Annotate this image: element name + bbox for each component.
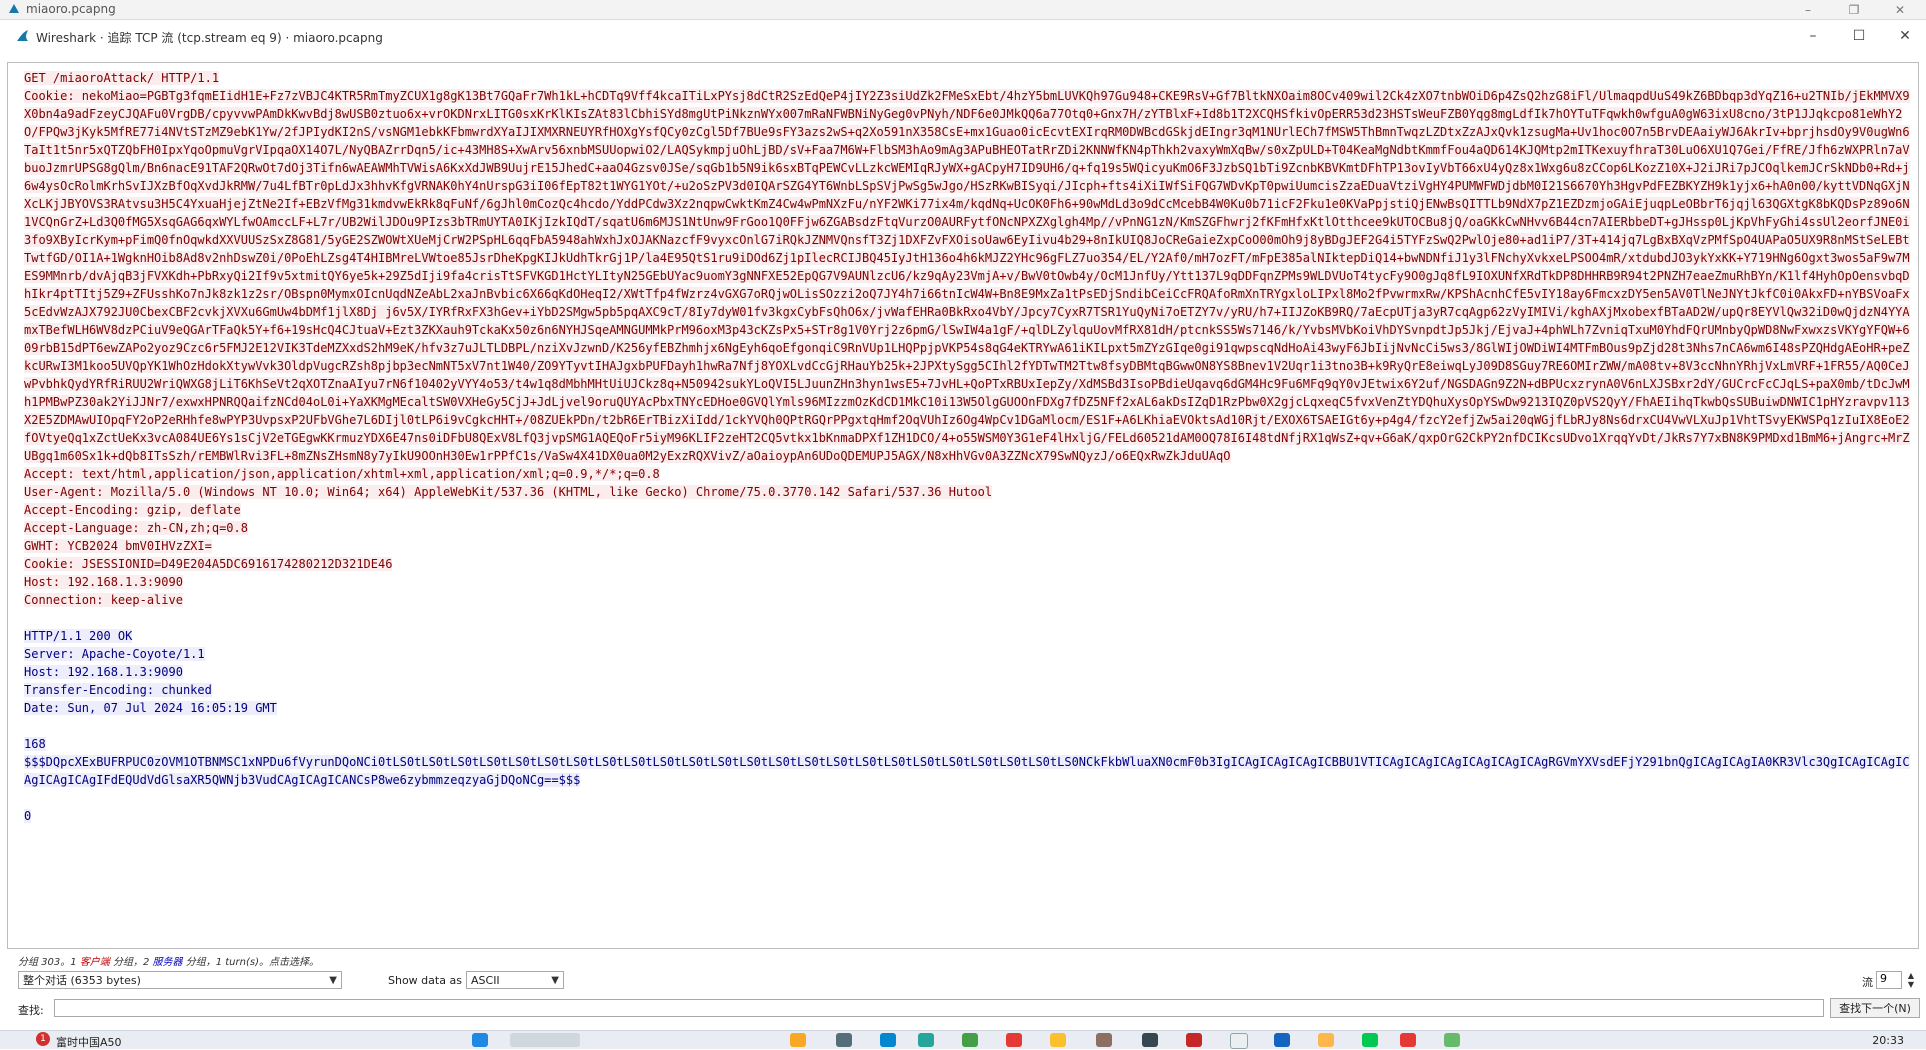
show-data-value: ASCII: [471, 974, 500, 987]
stream-number-input[interactable]: 9: [1876, 971, 1902, 989]
stream-number-label: 流: [1862, 976, 1873, 989]
app-icon[interactable]: [1050, 1033, 1066, 1047]
wireshark-icon: [9, 4, 19, 13]
app-icon[interactable]: [1186, 1033, 1202, 1047]
client-connection-header: Connection: keep-alive: [24, 593, 183, 607]
server-chunk-size: 168: [24, 737, 46, 751]
client-cookie-header: Cookie: nekoMiao=PGBTg3fqmEIidH1E+Fz7zVB…: [24, 89, 1910, 463]
folder-icon[interactable]: [790, 1033, 806, 1047]
chevron-down-icon: ▼: [551, 975, 559, 986]
client-gwht-header: GWHT: YCB2024 bmV0IHVzZXI=: [24, 539, 212, 553]
app-icon[interactable]: [1006, 1033, 1022, 1047]
app-icon[interactable]: [1096, 1033, 1112, 1047]
find-next-button[interactable]: 查找下一个(N): [1830, 998, 1920, 1018]
notification-badge: 1: [36, 1032, 50, 1046]
dialog-title: Wireshark · 追踪 TCP 流 (tcp.stream eq 9) ·…: [36, 31, 383, 45]
server-date-header: Date: Sun, 07 Jul 2024 16:05:19 GMT: [24, 701, 277, 715]
summary-client-label: 客户端: [79, 957, 110, 968]
client-accept-encoding-header: Accept-Encoding: gzip, deflate: [24, 503, 241, 517]
client-user-agent-header: User-Agent: Mozilla/5.0 (Windows NT 10.0…: [24, 485, 993, 499]
app-icon[interactable]: [1362, 1033, 1378, 1047]
server-host-header: Host: 192.168.1.3:9090: [24, 665, 183, 679]
app-icon[interactable]: [880, 1033, 896, 1047]
wireshark-fin-icon: [17, 30, 28, 41]
app-icon[interactable]: [1444, 1033, 1460, 1047]
server-server-header: Server: Apache-Coyote/1.1: [24, 647, 205, 661]
dialog-minimize-button[interactable]: –: [1790, 22, 1836, 50]
server-chunk-body: $$$DQpcXExBUFRPUC0zOVM1OTBNMSC1xNPDu6fVy…: [24, 755, 1910, 787]
client-accept-header: Accept: text/html,application/json,appli…: [24, 467, 660, 481]
outer-titlebar: miaoro.pcapng – ❐ ✕: [0, 0, 1926, 20]
show-data-label: Show data as: [388, 974, 462, 987]
client-host-header: Host: 192.168.1.3:9090: [24, 575, 183, 589]
dialog-maximize-button[interactable]: ☐: [1836, 22, 1882, 50]
app-icon[interactable]: [1400, 1033, 1416, 1047]
server-chunk-trailer: 0: [24, 809, 32, 823]
server-transfer-encoding-header: Transfer-Encoding: chunked: [24, 683, 212, 697]
app-icon[interactable]: [962, 1033, 978, 1047]
server-status-line: HTTP/1.1 200 OK: [24, 629, 133, 643]
summary-server-label: 服务器: [152, 957, 183, 968]
app-icon[interactable]: [1142, 1033, 1158, 1047]
stream-stepper[interactable]: ▲ ▼: [1904, 971, 1918, 989]
summary-mid: 分组，2: [109, 957, 153, 968]
outer-window-title: miaoro.pcapng: [26, 2, 116, 16]
app-icon[interactable]: [1318, 1033, 1334, 1047]
app-icon[interactable]: [918, 1033, 934, 1047]
find-input[interactable]: [54, 999, 1824, 1017]
outer-minimize-button[interactable]: –: [1790, 0, 1826, 19]
chevron-down-icon: ▼: [329, 975, 337, 986]
client-session-cookie-header: Cookie: JSESSIONID=D49E204A5DC6916174280…: [24, 557, 393, 571]
stepper-up-icon[interactable]: ▲: [1904, 971, 1918, 980]
stream-text: GET /miaoroAttack/ HTTP/1.1 Cookie: nekoM…: [8, 63, 1914, 825]
app-icon[interactable]: [1230, 1033, 1248, 1049]
wireshark-taskbar-icon[interactable]: [1274, 1033, 1290, 1047]
find-label: 查找:: [18, 1004, 44, 1017]
clock: 20:33: [1872, 1034, 1904, 1047]
client-accept-language-header: Accept-Language: zh-CN,zh;q=0.8: [24, 521, 248, 535]
stream-summary: 分组 303。1 客户端 分组，2 服务器 分组，1 turn(s)。点击选择。: [18, 953, 319, 968]
tcp-stream-view[interactable]: GET /miaoroAttack/ HTTP/1.1 Cookie: nekoM…: [7, 62, 1919, 949]
summary-suffix: 分组，1 turn(s)。点击选择。: [182, 957, 319, 968]
outer-maximize-button[interactable]: ❐: [1836, 0, 1872, 19]
show-data-select[interactable]: ASCII ▼: [466, 971, 564, 989]
summary-prefix: 分组 303。1: [18, 957, 80, 968]
find-bar: 查找: 查找下一个(N): [0, 996, 1926, 1022]
outer-close-button[interactable]: ✕: [1882, 0, 1918, 19]
dialog-close-button[interactable]: ✕: [1882, 22, 1926, 50]
conversation-select-value: 整个对话 (6353 bytes): [23, 974, 141, 987]
search-icon[interactable]: [510, 1033, 580, 1047]
stream-controls: 整个对话 (6353 bytes) ▼ Show data as ASCII ▼…: [0, 968, 1926, 994]
start-icon[interactable]: [472, 1033, 488, 1047]
conversation-select[interactable]: 整个对话 (6353 bytes) ▼: [18, 971, 342, 989]
client-request-line: GET /miaoroAttack/ HTTP/1.1: [24, 71, 220, 85]
stepper-down-icon[interactable]: ▼: [1904, 980, 1918, 989]
taskbar: 1 富时中国A50 20:33: [0, 1030, 1926, 1049]
app-icon[interactable]: [836, 1033, 852, 1047]
dialog-titlebar: Wireshark · 追踪 TCP 流 (tcp.stream eq 9) ·…: [0, 20, 1926, 51]
